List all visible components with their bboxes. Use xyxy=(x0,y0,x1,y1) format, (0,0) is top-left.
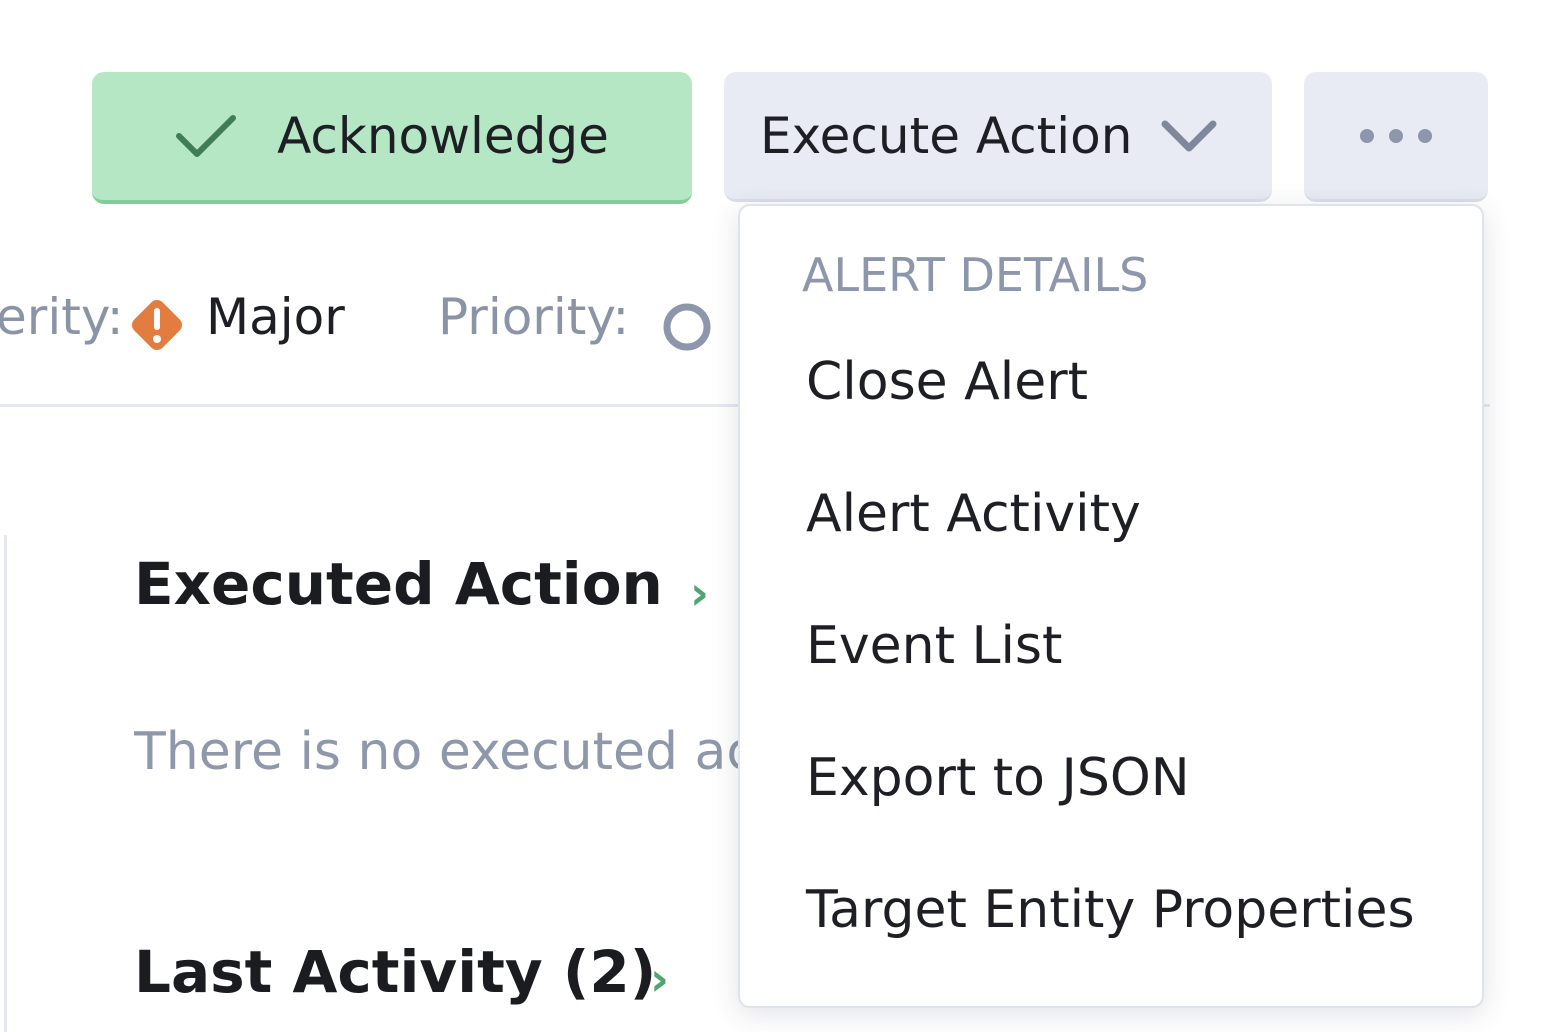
chevron-right-icon[interactable]: › xyxy=(690,566,709,620)
chevron-right-icon[interactable]: › xyxy=(650,952,669,1006)
menu-item-target-entity-properties[interactable]: Target Entity Properties xyxy=(806,880,1415,940)
menu-item-alert-activity[interactable]: Alert Activity xyxy=(806,484,1141,544)
more-options-button[interactable] xyxy=(1304,72,1488,202)
ellipsis-icon xyxy=(1358,126,1434,146)
content-left-border xyxy=(4,535,7,1032)
chevron-down-icon xyxy=(1160,119,1218,153)
menu-item-export-json[interactable]: Export to JSON xyxy=(806,748,1190,808)
execute-action-button[interactable]: Execute Action xyxy=(724,72,1272,202)
executed-action-title[interactable]: Executed Action xyxy=(134,550,663,618)
last-activity-title[interactable]: Last Activity (2) xyxy=(134,938,656,1006)
acknowledge-button[interactable]: Acknowledge xyxy=(92,72,692,204)
dropdown-section-header: ALERT DETAILS xyxy=(802,248,1149,302)
check-icon xyxy=(175,112,237,160)
menu-item-close-alert[interactable]: Close Alert xyxy=(806,352,1088,412)
warning-diamond-icon xyxy=(124,292,190,362)
execute-action-label: Execute Action xyxy=(760,106,1133,165)
severity-value: Major xyxy=(206,288,345,346)
executed-action-empty-text: There is no executed ac xyxy=(134,722,754,782)
execute-action-dropdown: ALERT DETAILS Close Alert Alert Activity… xyxy=(738,204,1484,1008)
severity-label: erity: xyxy=(0,288,124,346)
menu-item-event-list[interactable]: Event List xyxy=(806,616,1062,676)
acknowledge-label: Acknowledge xyxy=(277,107,609,165)
priority-label: Priority: xyxy=(438,288,630,346)
empty-circle-icon xyxy=(660,300,714,358)
